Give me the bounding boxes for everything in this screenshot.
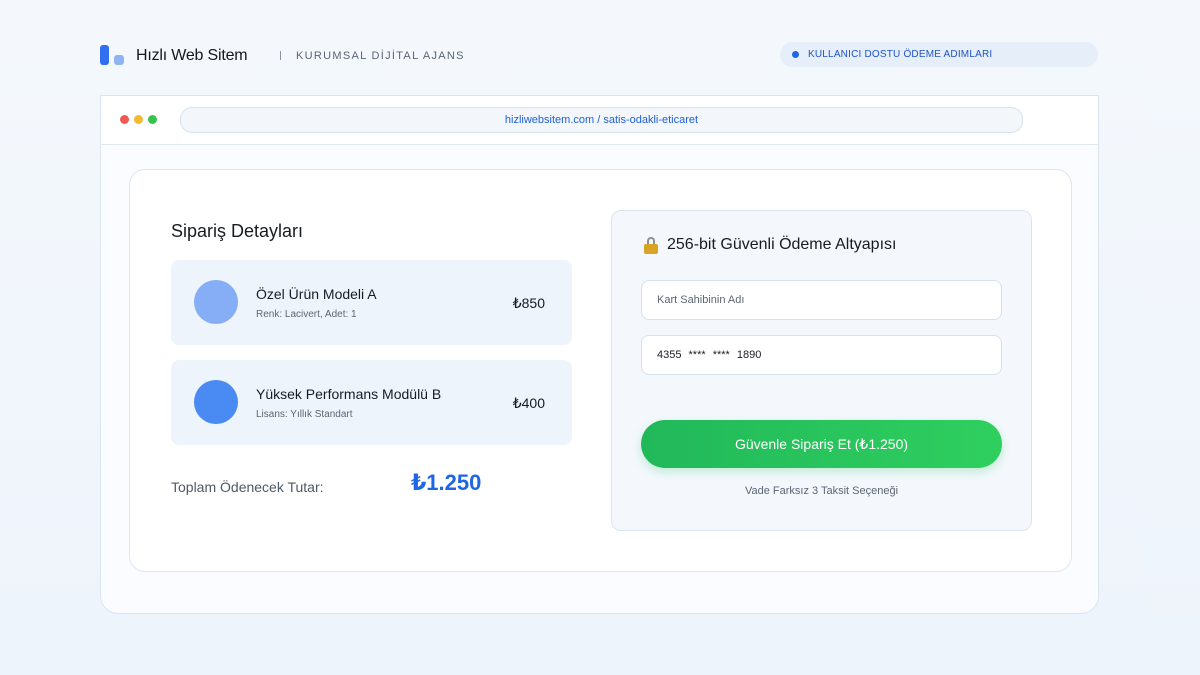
product-thumbnail — [194, 280, 238, 324]
total-label: Toplam Ödenecek Tutar: — [171, 479, 324, 495]
maximize-window-icon[interactable] — [148, 115, 157, 124]
total-amount: ₺1.250 — [411, 470, 482, 495]
status-dot-icon — [792, 51, 799, 58]
status-badge: KULLANICI DOSTU ÖDEME ADIMLARI — [780, 42, 1098, 67]
product-price: ₺400 — [512, 395, 545, 411]
place-order-button[interactable]: Güvenle Sipariş Et (₺1.250) — [641, 420, 1002, 468]
browser-toolbar: hizliwebsitem.com / satis-odakli-eticare… — [101, 96, 1098, 145]
order-item: Yüksek Performans Modülü B Lisans: Yıllı… — [171, 360, 572, 445]
card-number-field[interactable]: 4355 **** **** 1890 — [641, 335, 1002, 375]
tagline: KURUMSAL DİJİTAL AJANS — [296, 50, 465, 62]
product-price: ₺850 — [512, 295, 545, 311]
browser-window: hizliwebsitem.com / satis-odakli-eticare… — [100, 95, 1099, 614]
product-meta: Lisans: Yıllık Standart — [256, 409, 353, 420]
payment-title-text: 256-bit Güvenli Ödeme Altyapısı — [667, 236, 897, 253]
minimize-window-icon[interactable] — [134, 115, 143, 124]
product-meta: Renk: Lacivert, Adet: 1 — [256, 309, 357, 320]
status-badge-label: KULLANICI DOSTU ÖDEME ADIMLARI — [808, 49, 993, 60]
brand-logo-icon — [100, 45, 126, 67]
brand[interactable]: Hızlı Web Sitem — [100, 45, 248, 67]
order-details-title: Sipariş Detayları — [171, 221, 304, 241]
product-name: Yüksek Performans Modülü B — [256, 386, 442, 402]
cardholder-name-field[interactable]: Kart Sahibinin Adı — [641, 280, 1002, 320]
checkout-card: Sipariş Detayları Özel Ürün Modeli A Ren… — [129, 169, 1072, 572]
payment-title: 256-bit Güvenli Ödeme Altyapısı — [644, 236, 896, 254]
order-item: Özel Ürün Modeli A Renk: Lacivert, Adet:… — [171, 260, 572, 345]
product-thumbnail — [194, 380, 238, 424]
lock-icon — [644, 236, 658, 254]
product-name: Özel Ürün Modeli A — [256, 286, 377, 302]
close-window-icon[interactable] — [120, 115, 129, 124]
address-bar[interactable]: hizliwebsitem.com / satis-odakli-eticare… — [180, 107, 1023, 133]
payment-panel: 256-bit Güvenli Ödeme Altyapısı Kart Sah… — [611, 210, 1032, 531]
installment-note: Vade Farksız 3 Taksit Seçeneği — [744, 485, 899, 497]
header-divider — [280, 51, 281, 60]
brand-name: Hızlı Web Sitem — [136, 47, 248, 64]
